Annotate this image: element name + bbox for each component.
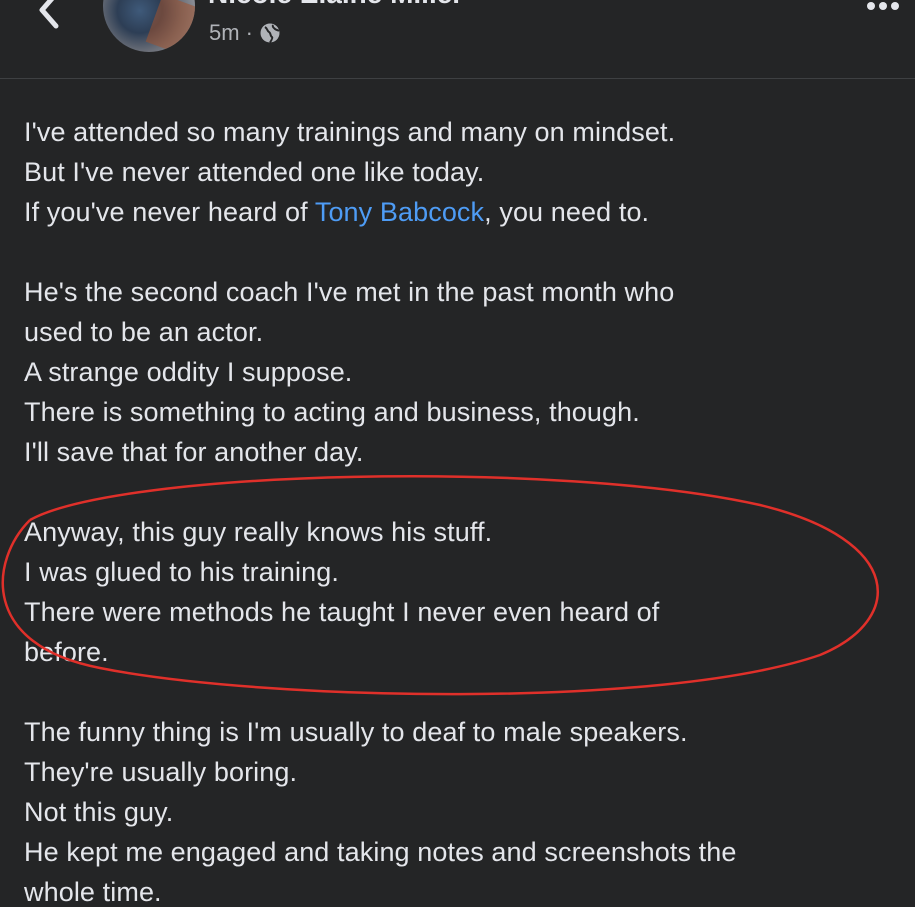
author-name[interactable]: Nicole Elaine Miller: [208, 0, 463, 10]
more-horizontal-icon: [867, 2, 899, 10]
post-text: I've attended so many trainings and many…: [24, 112, 915, 907]
post-line: There were methods he taught I never eve…: [24, 597, 660, 627]
post-meta: 5m ·: [209, 20, 281, 46]
chevron-left-icon: [39, 0, 59, 29]
post-header: Nicole Elaine Miller 5m ·: [0, 0, 915, 78]
meta-separator: ·: [245, 20, 253, 45]
post-line: There is something to acting and busines…: [24, 397, 640, 427]
post-line: He's the second coach I've met in the pa…: [24, 277, 675, 307]
timestamp[interactable]: 5m: [209, 20, 240, 46]
post-text-fragment: , you need to.: [484, 197, 650, 227]
post-line: They're usually boring.: [24, 757, 298, 787]
post-line: before.: [24, 637, 109, 667]
avatar[interactable]: [103, 0, 195, 52]
post-line: I'll save that for another day.: [24, 437, 364, 467]
post-line: whole time.: [24, 877, 162, 907]
post-line: But I've never attended one like today.: [24, 157, 485, 187]
post-line: I was glued to his training.: [24, 557, 339, 587]
post-line: Anyway, this guy really knows his stuff.: [24, 517, 493, 547]
post-text-fragment: If you've never heard of: [24, 197, 315, 227]
post-line: Not this guy.: [24, 797, 174, 827]
header-divider: [0, 78, 915, 79]
globe-icon: [259, 22, 281, 44]
post-line: A strange oddity I suppose.: [24, 357, 353, 387]
post-line: The funny thing is I'm usually to deaf t…: [24, 717, 688, 747]
back-button[interactable]: [30, 0, 70, 30]
post-line: I've attended so many trainings and many…: [24, 117, 676, 147]
post-line: If you've never heard of Tony Babcock, y…: [24, 192, 915, 232]
post-line: used to be an actor.: [24, 317, 264, 347]
more-options-button[interactable]: [865, 0, 901, 18]
post-line: He kept me engaged and taking notes and …: [24, 837, 737, 867]
mention-link[interactable]: Tony Babcock: [315, 197, 484, 227]
